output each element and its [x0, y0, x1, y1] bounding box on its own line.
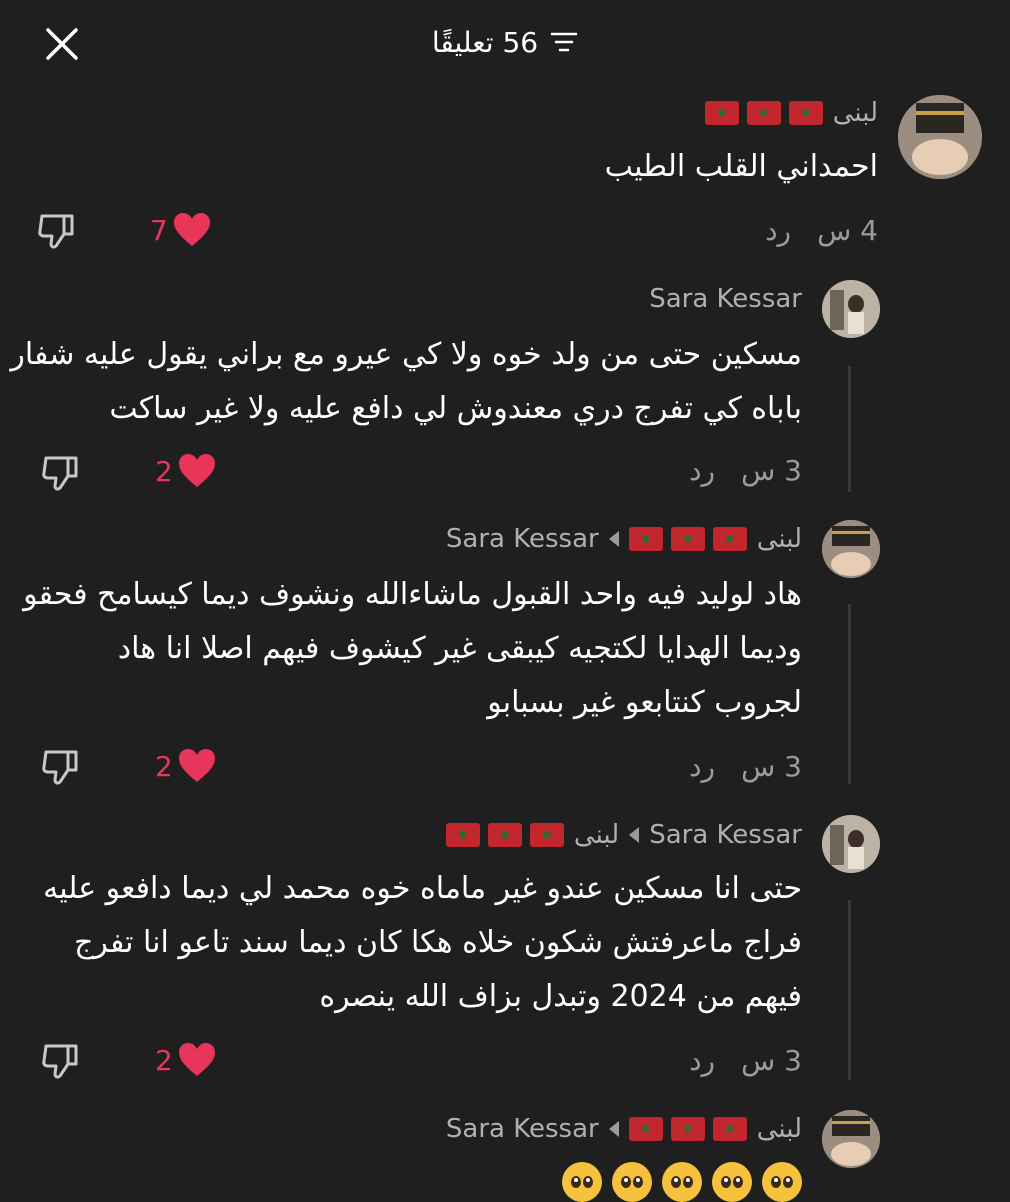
- like-button[interactable]: 2: [155, 453, 217, 489]
- comments-count-header: 56 تعليقًا: [380, 20, 630, 64]
- reply-button[interactable]: رد: [689, 1044, 715, 1077]
- author-name: Sara Kessar: [649, 284, 802, 314]
- avatar[interactable]: [822, 1110, 880, 1168]
- close-icon[interactable]: [42, 24, 82, 64]
- comment-line: حتى انا مسكين عندو غير ماماه خوه محمد لي…: [43, 871, 802, 906]
- morocco-flag-icon: [712, 1117, 747, 1141]
- comment-text: هاد لوليد فيه واحد القبول ماشاءالله ونشو…: [23, 568, 802, 730]
- morocco-flag-icon: [670, 1117, 705, 1141]
- like-count: 2: [155, 749, 173, 783]
- reply-arrow-icon: [629, 827, 640, 843]
- heart-icon: [178, 749, 215, 782]
- comment-text: مسكين حتى من ولد خوه ولا كي عيرو مع بران…: [10, 328, 802, 436]
- morocco-flag-icon: [628, 527, 663, 551]
- comment-text: حتى انا مسكين عندو غير ماماه خوه محمد لي…: [43, 862, 802, 1024]
- comment-author[interactable]: لبنى Sara Kessar: [445, 820, 802, 850]
- heart-icon: [178, 1043, 215, 1076]
- comment-line: فيهم من 2024 وتبدل بزاف الله ينصره: [319, 979, 802, 1014]
- comment-author[interactable]: Sara Kessar: [649, 284, 802, 314]
- pleading-face-icon: [762, 1162, 802, 1202]
- dislike-icon[interactable]: [40, 1040, 82, 1082]
- comment-line: هاد لوليد فيه واحد القبول ماشاءالله ونشو…: [23, 577, 802, 612]
- comment-line: مسكين حتى من ولد خوه ولا كي عيرو مع بران…: [10, 337, 802, 372]
- thread-line: [848, 604, 851, 784]
- dislike-icon[interactable]: [40, 746, 82, 788]
- flags: [628, 1117, 747, 1141]
- filter-icon[interactable]: [550, 31, 578, 53]
- morocco-flag-icon: [712, 527, 747, 551]
- like-count: 7: [150, 213, 168, 247]
- comment-meta: 3 س رد: [689, 454, 802, 487]
- comment-meta: 4 س رد: [765, 214, 878, 247]
- like-count: 2: [155, 454, 173, 488]
- comments-count: 56 تعليقًا: [431, 25, 539, 59]
- thread-line: [848, 366, 851, 492]
- comment-line: احمداني القلب الطيب: [604, 149, 878, 184]
- like-count: 2: [155, 1043, 173, 1077]
- reply-button[interactable]: رد: [765, 214, 791, 247]
- morocco-flag-icon: [670, 527, 705, 551]
- like-button[interactable]: 2: [155, 748, 217, 784]
- comment-line: لجروب كنتابعو غير بسبابو: [487, 685, 802, 720]
- heart-icon: [173, 213, 210, 246]
- morocco-flag-icon: [746, 101, 781, 125]
- comment-author[interactable]: Sara Kessar لبنى: [446, 524, 802, 554]
- comment-author[interactable]: Sara Kessar لبنى: [446, 1114, 802, 1144]
- morocco-flag-icon: [487, 823, 522, 847]
- author-name: لبنى: [832, 98, 878, 128]
- flags: [704, 101, 823, 125]
- reply-button[interactable]: رد: [689, 454, 715, 487]
- comment-time: 3 س: [741, 750, 802, 783]
- flags: [445, 823, 564, 847]
- comment-line: باباه كي تفرج دري معندوش لي دافع عليه ول…: [109, 391, 802, 426]
- reply-arrow-icon: [608, 531, 619, 547]
- comment-meta: 3 س رد: [689, 1044, 802, 1077]
- comment-time: 3 س: [741, 1044, 802, 1077]
- heart-icon: [178, 454, 215, 487]
- author-name: لبنى: [756, 1114, 802, 1144]
- author-name: لبنى: [756, 524, 802, 554]
- reply-to-name: Sara Kessar: [445, 1114, 599, 1144]
- comment-line: فراج ماعرفتش شكون خلاه هكا كان ديما سند …: [74, 925, 802, 960]
- comment-line: وديما الهدايا لكتجيه كيبقى غير كيشوف فيه…: [117, 631, 802, 666]
- like-button[interactable]: 2: [155, 1042, 217, 1078]
- comment-time: 4 س: [817, 214, 878, 247]
- thread-line: [848, 900, 851, 1080]
- reply-arrow-icon: [608, 1121, 619, 1137]
- pleading-face-icon: [612, 1162, 652, 1202]
- reply-button[interactable]: رد: [689, 750, 715, 783]
- author-name: Sara Kessar: [649, 820, 802, 850]
- reply-to-name: لبنى: [573, 820, 620, 850]
- morocco-flag-icon: [529, 823, 564, 847]
- avatar[interactable]: [822, 280, 880, 338]
- comment-meta: 3 س رد: [689, 750, 802, 783]
- morocco-flag-icon: [788, 101, 823, 125]
- comment-author[interactable]: لبنى: [704, 98, 878, 128]
- morocco-flag-icon: [704, 101, 739, 125]
- reply-to-name: Sara Kessar: [445, 524, 599, 554]
- pleading-face-icon: [662, 1162, 702, 1202]
- pleading-face-icon: [562, 1162, 602, 1202]
- morocco-flag-icon: [445, 823, 480, 847]
- comment-text: احمداني القلب الطيب: [605, 140, 878, 194]
- avatar[interactable]: [822, 520, 880, 578]
- comment-text: 🥺🥺🥺🥺🥺: [562, 1162, 802, 1202]
- comment-time: 3 س: [741, 454, 802, 487]
- morocco-flag-icon: [628, 1117, 663, 1141]
- dislike-icon[interactable]: [36, 210, 78, 252]
- flags: [628, 527, 747, 551]
- like-button[interactable]: 7: [150, 212, 212, 248]
- avatar[interactable]: [822, 815, 880, 873]
- dislike-icon[interactable]: [40, 452, 82, 494]
- pleading-face-icon: [712, 1162, 752, 1202]
- avatar[interactable]: [898, 95, 982, 179]
